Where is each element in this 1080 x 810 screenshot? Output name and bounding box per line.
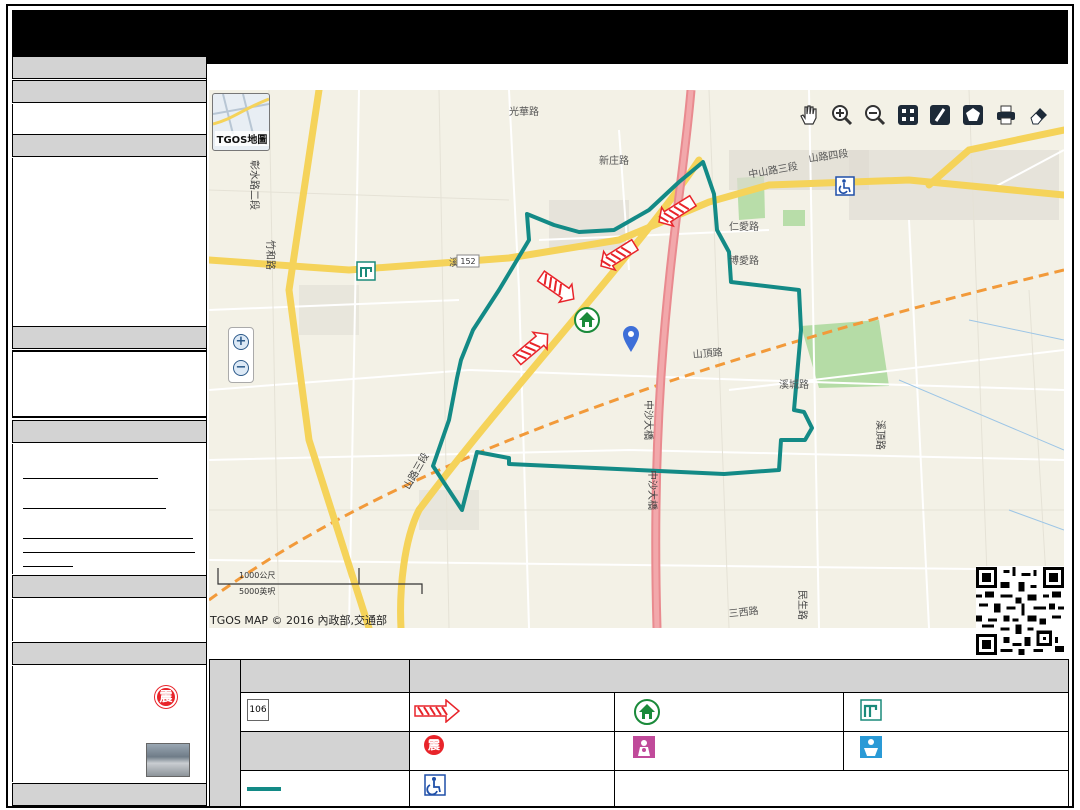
street-label-zhong-sha-1: 中沙大橋 xyxy=(642,400,655,440)
print-icon[interactable] xyxy=(993,102,1019,128)
full-extent-icon[interactable] xyxy=(895,102,921,128)
evacuation-arrow-icon xyxy=(414,699,460,723)
sidebar-box-1 xyxy=(12,104,207,134)
street-label-bo-ai: 博愛路 xyxy=(729,254,759,267)
eraser-icon[interactable] xyxy=(1026,102,1052,128)
route-number-icon: 106 xyxy=(247,699,269,721)
sidebar: 震 xyxy=(12,56,207,806)
map-zoom-out-button[interactable]: − xyxy=(233,360,249,376)
legend-cell-route: 106 xyxy=(240,692,410,732)
sidebar-box-3 xyxy=(12,350,207,418)
tgos-logo-label: TGOS地圖 xyxy=(215,131,269,146)
sidebar-box-5: 震 xyxy=(12,666,207,782)
map-zoom-in-button[interactable]: + xyxy=(233,334,249,350)
sidebar-box-2 xyxy=(12,158,207,326)
sidebar-header-2 xyxy=(12,80,207,103)
legend-cell-quake: 震 xyxy=(409,731,615,771)
legend-cell-baby xyxy=(843,731,1069,771)
sidebar-header-6 xyxy=(12,575,207,598)
legend-header-1 xyxy=(240,659,410,693)
street-label-xin-zhuang: 新庄路 xyxy=(599,154,629,167)
qr-code[interactable] xyxy=(976,566,1064,656)
legend-cell-accessible xyxy=(409,770,615,807)
building-photo[interactable] xyxy=(146,743,190,777)
legend-cell-boundary xyxy=(240,770,410,807)
legend-cell-rest-area xyxy=(843,692,1069,732)
baby-care-icon xyxy=(860,736,882,758)
legend-cell-gray xyxy=(240,731,410,771)
legend-cell-arrow xyxy=(409,692,615,732)
sidebar-header-5 xyxy=(12,420,207,443)
street-label-zhu-he: 竹和路 xyxy=(264,240,277,270)
legend-header-2 xyxy=(409,659,1069,693)
sidebar-link-3[interactable] xyxy=(23,538,193,539)
scale-bar: 1000公尺 5000英呎 xyxy=(217,568,427,598)
draw-polygon-icon[interactable] xyxy=(960,102,986,128)
sidebar-link-5[interactable] xyxy=(23,566,73,567)
zoom-panel: + − xyxy=(228,327,254,383)
sidebar-header-8 xyxy=(12,783,207,806)
sidebar-link-2[interactable] xyxy=(23,508,166,509)
route-shield-152: 152 xyxy=(460,257,475,266)
sidebar-link-1[interactable] xyxy=(23,478,158,479)
zoom-out-icon[interactable] xyxy=(862,102,888,128)
street-label-guang-hua: 光華路 xyxy=(509,105,539,118)
nursing-room-icon xyxy=(633,736,655,758)
street-label-zhang-shui: 彰水路二段 xyxy=(248,160,261,210)
boundary-line-icon xyxy=(247,787,281,791)
legend-cell-nursing xyxy=(614,731,844,771)
earthquake-legend-icon: 震 xyxy=(424,735,444,755)
hand-pan-icon[interactable] xyxy=(795,102,821,128)
rest-area-legend-icon xyxy=(860,699,882,721)
sidebar-header-3 xyxy=(12,134,207,157)
street-label-xi-ding: 溪頂路 xyxy=(874,420,887,450)
earthquake-icon: 震 xyxy=(155,686,177,708)
scale-label-meters: 1000公尺 xyxy=(239,571,276,580)
sidebar-box-4 xyxy=(12,599,207,641)
legend-cell-shelter xyxy=(614,692,844,732)
zoom-in-icon[interactable] xyxy=(829,102,855,128)
draw-line-icon[interactable] xyxy=(927,102,953,128)
shelter-legend-icon xyxy=(634,699,660,725)
map-copyright: TGOS MAP © 2016 內政部,交通部 xyxy=(210,614,388,627)
street-label-min-sheng: 民生路 xyxy=(796,590,809,620)
accessible-map-icon[interactable] xyxy=(835,176,855,196)
sidebar-header-7 xyxy=(12,642,207,665)
sidebar-header-4 xyxy=(12,326,207,349)
street-label-ren-ai: 仁愛路 xyxy=(729,220,759,233)
map-legend: 106 震 xyxy=(209,659,1069,807)
sidebar-header-1 xyxy=(12,56,207,79)
map-canvas[interactable]: 山路四段 中山路三段 溪林路 博愛路 仁愛路 山頂路 溪城路 三西路 光華路 新… xyxy=(209,90,1064,628)
street-label-xi-cheng: 溪城路 xyxy=(779,378,809,391)
sidebar-link-4[interactable] xyxy=(23,552,195,553)
accessible-legend-icon xyxy=(424,774,446,796)
legend-cell-empty xyxy=(614,770,1069,807)
street-label-zhong-sha-2: 中沙大橋 xyxy=(646,470,659,510)
tgos-logo[interactable]: TGOS地圖 xyxy=(212,93,270,151)
rest-area-map-icon[interactable] xyxy=(356,261,376,281)
scale-label-feet: 5000英呎 xyxy=(239,587,276,596)
shelter-icon[interactable] xyxy=(574,307,600,333)
sidebar-links-box xyxy=(12,444,207,574)
legend-side-column xyxy=(209,659,241,807)
